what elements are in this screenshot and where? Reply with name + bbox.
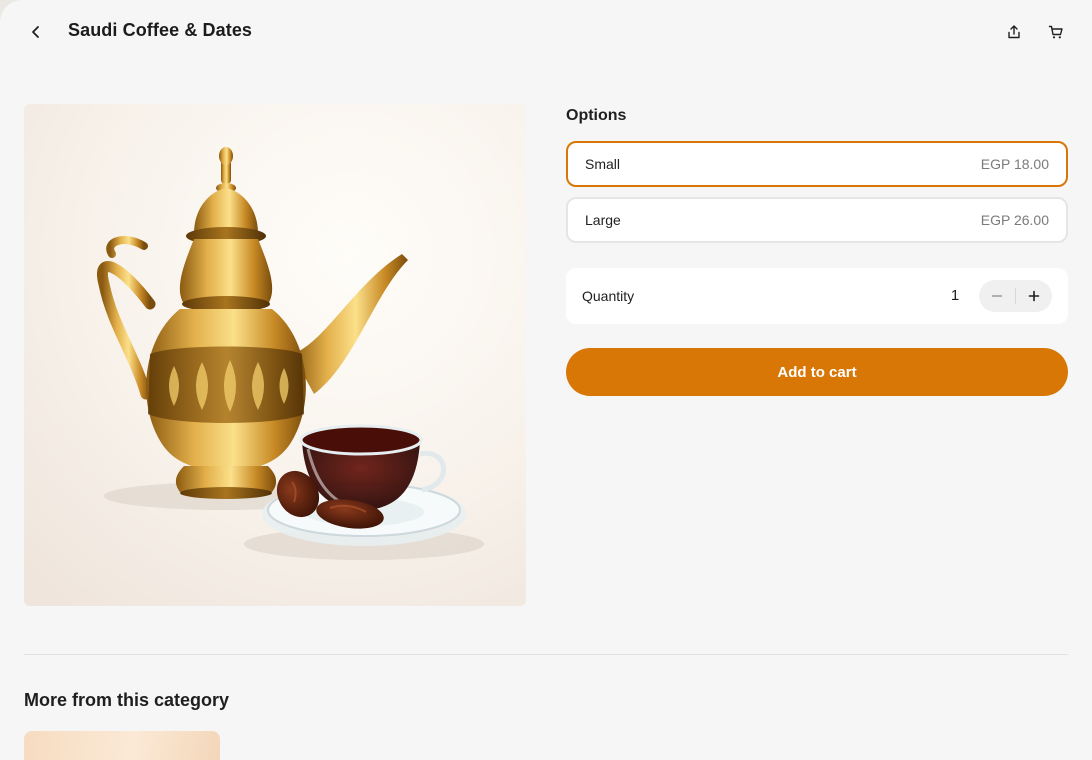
share-icon <box>1008 25 1020 39</box>
section-divider <box>24 654 1068 655</box>
quantity-stepper <box>979 280 1052 312</box>
quantity-card: Quantity 1 <box>566 268 1068 324</box>
minus-icon <box>991 295 1003 297</box>
option-large[interactable]: Large EGP 26.00 <box>566 197 1068 243</box>
quantity-label: Quantity <box>582 288 635 304</box>
option-name: Large <box>585 212 621 228</box>
cart-icon <box>1048 25 1063 39</box>
product-image <box>24 104 526 606</box>
coffee-pot-illustration <box>24 104 526 606</box>
add-to-cart-button[interactable]: Add to cart <box>566 348 1068 396</box>
top-bar: Saudi Coffee & Dates <box>0 0 1092 64</box>
decrease-button[interactable] <box>979 280 1015 312</box>
plus-icon <box>1028 290 1040 302</box>
option-price: EGP 18.00 <box>980 156 1049 172</box>
option-price: EGP 26.00 <box>980 212 1049 228</box>
chevron-left-icon <box>32 26 39 38</box>
page-title: Saudi Coffee & Dates <box>68 20 253 40</box>
increase-button[interactable] <box>1016 280 1052 312</box>
related-product-card[interactable] <box>24 731 220 760</box>
share-button[interactable] <box>1000 18 1028 46</box>
product-page: Saudi Coffee & Dates Options Small EGP 1… <box>0 0 1092 760</box>
option-name: Small <box>585 156 621 172</box>
back-button[interactable] <box>22 18 50 46</box>
related-heading: More from this category <box>24 690 230 710</box>
cart-button[interactable] <box>1042 18 1070 46</box>
quantity-value: 1 <box>950 287 960 304</box>
option-small[interactable]: Small EGP 18.00 <box>566 141 1068 187</box>
options-heading: Options <box>566 107 627 124</box>
